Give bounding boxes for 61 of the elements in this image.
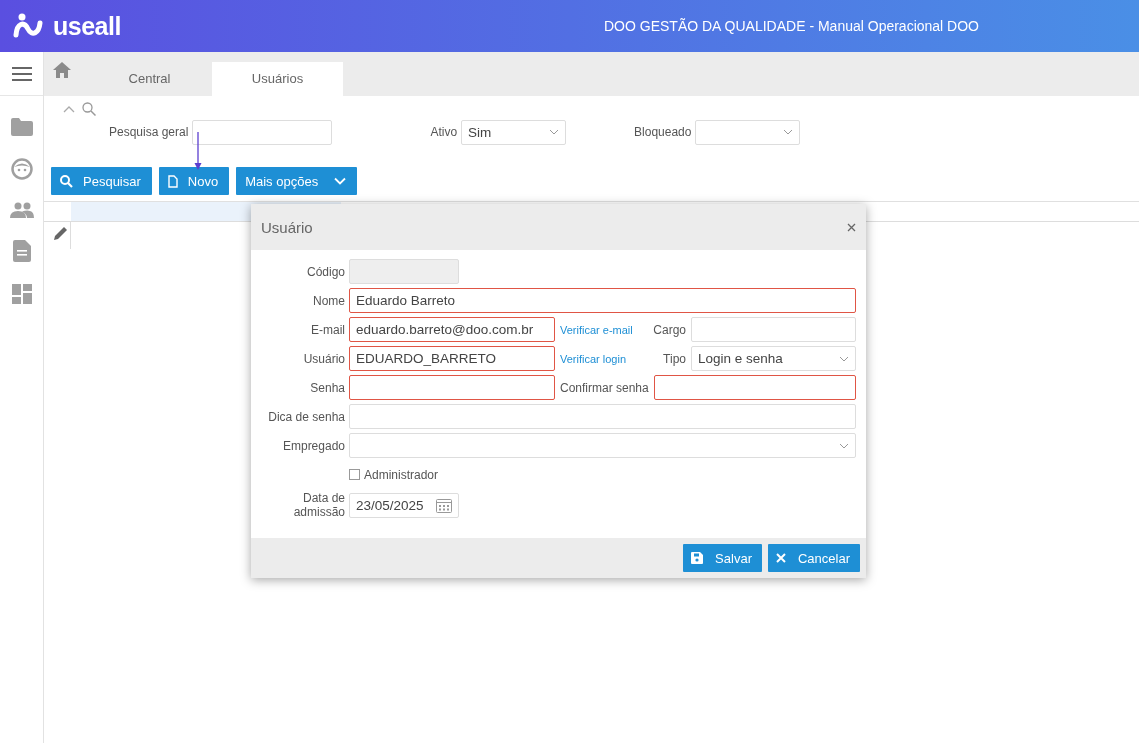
dropdown-field[interactable]: Login e senha	[691, 346, 856, 371]
verify-link[interactable]: Verificar e-mail	[555, 323, 633, 336]
tab[interactable]: Usuários	[212, 62, 343, 96]
search-icon	[60, 174, 73, 188]
checkbox[interactable]	[349, 469, 360, 480]
input-field[interactable]	[653, 375, 856, 400]
menu-icon[interactable]	[11, 66, 32, 81]
field-label: Senha	[310, 380, 345, 395]
people-icon[interactable]	[9, 202, 34, 218]
search-icon	[82, 102, 96, 116]
caret-icon	[549, 129, 560, 135]
chevron-up-icon[interactable]	[63, 105, 75, 113]
search-button[interactable]: Pesquisar	[51, 167, 152, 195]
close-icon	[775, 553, 786, 563]
input-field[interactable]	[349, 375, 555, 400]
pencil-icon[interactable]	[54, 226, 68, 240]
field-label: Confirmar senha	[560, 380, 649, 395]
chevron-down-icon	[334, 177, 347, 185]
app-title: DOO GESTÃO DA QUALIDADE - Manual Operacional DOO	[604, 18, 979, 34]
field-label: Tipo	[663, 351, 686, 366]
calendar-icon[interactable]	[436, 497, 452, 513]
input-field[interactable]: eduardo.barreto@doo.com.br	[349, 317, 555, 342]
field-label: Dica de senha	[268, 409, 345, 424]
folder-icon[interactable]	[10, 118, 33, 136]
field-label: Nome	[313, 293, 345, 308]
field-label: Usuário	[303, 351, 345, 366]
caret-icon	[839, 355, 849, 362]
input-field[interactable]: EDUARDO_BARRETO	[349, 346, 555, 371]
home-icon[interactable]	[53, 62, 71, 78]
new-button[interactable]: Novo	[158, 167, 230, 195]
document-icon[interactable]	[12, 240, 31, 262]
input-field[interactable]: Eduardo Barreto	[349, 288, 856, 313]
dashboard-icon[interactable]	[11, 284, 32, 304]
cancel-button[interactable]: Cancelar	[767, 544, 860, 572]
close-icon[interactable]	[847, 222, 856, 232]
tab[interactable]: Central	[87, 62, 212, 96]
save-button[interactable]: Salvar	[683, 544, 762, 572]
document-icon	[167, 174, 178, 188]
dialog-title: Usuário	[261, 218, 313, 236]
dropdown-field[interactable]	[695, 119, 801, 145]
field-label: Cargo	[653, 322, 686, 337]
caret-icon	[839, 442, 849, 449]
logo-icon	[13, 13, 43, 39]
verify-link[interactable]: Verificar login	[555, 352, 627, 365]
save-icon	[691, 552, 704, 564]
field-label: Bloqueado	[634, 125, 692, 139]
field-label: E-mail	[311, 322, 345, 337]
checkbox-label: Administrador	[364, 467, 439, 482]
annotation-arrow	[194, 132, 202, 170]
more-options-button[interactable]: Mais opções	[236, 167, 358, 195]
caret-icon	[783, 129, 794, 135]
face-icon[interactable]	[10, 158, 33, 180]
logo-text: useall	[53, 11, 121, 41]
dropdown-field[interactable]: Sim	[461, 119, 567, 145]
field-label: Empregado	[282, 438, 345, 453]
dropdown-field[interactable]	[349, 433, 856, 458]
field-label: Código	[306, 264, 345, 279]
date-field[interactable]: 23/05/2025	[349, 492, 459, 518]
field-label: Data de admissão	[292, 491, 345, 519]
field-label: Pesquisa geral	[109, 125, 189, 139]
field-label: Ativo	[430, 125, 458, 139]
